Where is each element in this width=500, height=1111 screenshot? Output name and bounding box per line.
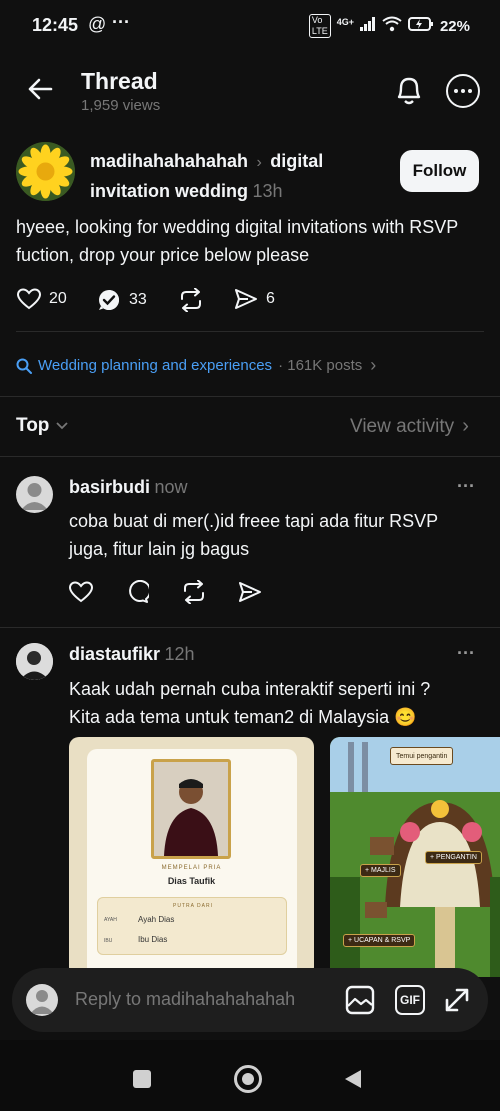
like-count: 20 (49, 290, 67, 307)
ibu-value: Ibu Dias (138, 935, 168, 944)
more-notifications-icon: ··· (112, 12, 130, 32)
view-activity-link[interactable]: View activity › (350, 415, 469, 438)
status-bar: 12:45 @ ··· Vo LTE 4G+ 22% (0, 0, 500, 52)
post-time: 13h (252, 181, 283, 201)
reply-count: 33 (129, 291, 147, 308)
reply-comment-icon[interactable] (125, 579, 152, 609)
reply-header: diastaufikr 12h (69, 644, 195, 665)
divider (16, 331, 484, 332)
author-avatar[interactable] (16, 142, 75, 201)
send-icon (235, 289, 257, 309)
reply-input[interactable]: Reply to madihahahahahah (75, 989, 295, 1010)
threads-icon: @ (88, 14, 107, 34)
gif-button[interactable]: GIF (395, 985, 425, 1015)
heart-icon (17, 288, 41, 310)
signal-icon (359, 17, 376, 35)
like-button[interactable]: 20 (17, 288, 67, 310)
reply-send-icon[interactable] (238, 581, 262, 608)
topic-link-label: Wedding planning and experiences (38, 357, 273, 374)
invitation-name: Dias Taufik (167, 876, 216, 886)
game-top-label: Temui pengantin (390, 747, 454, 765)
ibu-label: IBU (104, 938, 113, 944)
volte-icon: Vo LTE (308, 14, 331, 38)
view-count: 1,959 views (81, 97, 161, 114)
chevron-right-icon: › (462, 415, 469, 437)
back-icon[interactable] (27, 76, 53, 107)
game-ucapan-button: + UCAPAN & RSVP (343, 934, 416, 947)
post-text: hyeee, looking for wedding digital invit… (16, 217, 458, 265)
reply-text-line-2: juga, fitur lain jg bagus (69, 539, 250, 559)
divider (0, 627, 500, 628)
reply-text-line-1: Kaak udah pernah cuba interaktif seperti… (69, 679, 431, 699)
reply-more-icon[interactable]: ··· (457, 476, 475, 497)
groom-photo (151, 759, 231, 859)
search-icon (16, 358, 32, 374)
reply-repost-icon[interactable] (181, 579, 207, 609)
reply-more-icon[interactable]: ··· (457, 643, 475, 664)
network-label: 4G+ (336, 17, 354, 27)
divider (0, 396, 500, 397)
invitation-parents-box: PUTRA DARI AYAH Ayah Dias IBU Ibu Dias (97, 897, 287, 955)
invitation-role: MEMPELAI PRIA (161, 865, 222, 871)
topic-post-count: · 161K posts (278, 357, 363, 374)
reply-avatar[interactable] (16, 643, 53, 680)
default-avatar-icon (30, 990, 54, 1014)
view-activity-label: View activity (350, 415, 455, 437)
reply-button[interactable]: 33 (97, 288, 147, 312)
divider (0, 456, 500, 457)
back-nav-icon[interactable] (343, 1068, 363, 1095)
reply-bar[interactable]: Reply to madihahahahahah GIF (12, 968, 488, 1032)
chevron-right-icon: › (256, 154, 262, 171)
parents-title: PUTRA DARI (172, 903, 213, 909)
my-avatar (26, 984, 58, 1016)
sort-label: Top (16, 415, 50, 436)
share-count: 6 (266, 290, 275, 307)
reply-author[interactable]: basirbudi (69, 477, 150, 497)
ayah-label: AYAH (104, 917, 117, 923)
home-icon[interactable] (234, 1065, 262, 1093)
sort-dropdown[interactable]: Top (16, 415, 69, 437)
reply-check-icon (99, 290, 119, 310)
post-header: madihahahahahah › digital invitation wed… (90, 147, 390, 207)
profile-photo-icon (16, 643, 53, 680)
share-button[interactable]: 6 (234, 288, 275, 310)
reply-time: now (154, 477, 188, 497)
recent-apps-icon[interactable] (133, 1070, 151, 1088)
status-icons: Vo LTE 4G+ 22% (308, 14, 470, 38)
reply-header: basirbudi now (69, 477, 188, 498)
status-time: 12:45 (32, 15, 79, 35)
game-majlis-button: + MAJLIS (360, 864, 401, 877)
wifi-icon (382, 16, 402, 36)
invitation-image[interactable]: MEMPELAI PRIA Dias Taufik PUTRA DARI AYA… (69, 737, 314, 977)
reply-author[interactable]: diastaufikr (69, 644, 160, 664)
chevron-down-icon (56, 422, 69, 430)
more-options-icon[interactable] (446, 74, 480, 108)
page-title: Thread (81, 68, 158, 94)
reply-time: 12h (164, 644, 195, 664)
default-avatar-icon (21, 483, 48, 510)
chevron-right-icon: › (370, 355, 377, 375)
battery-icon (407, 16, 434, 36)
battery-level: 22% (439, 17, 470, 35)
reply-like-icon[interactable] (68, 581, 94, 608)
repost-icon[interactable] (178, 287, 204, 317)
reply-text-line-2: Kita ada tema untuk teman2 di Malaysia 😊 (69, 707, 417, 727)
navigation-bar (0, 1040, 500, 1111)
image-icon[interactable] (345, 985, 375, 1020)
game-scene-image[interactable]: Temui pengantin + PENGANTIN + MAJLIS + U… (330, 737, 500, 977)
expand-icon[interactable] (443, 986, 471, 1019)
ayah-value: Ayah Dias (138, 915, 175, 924)
reply-text-line-1: coba buat di mer(.)id freee tapi ada fit… (69, 511, 439, 531)
reply-avatar[interactable] (16, 476, 53, 513)
bell-icon[interactable] (394, 74, 424, 111)
game-pengantin-button: + PENGANTIN (425, 851, 482, 864)
topic-link[interactable]: Wedding planning and experiences · 161K … (16, 355, 376, 376)
author-name[interactable]: madihahahahahah (90, 151, 248, 171)
follow-button[interactable]: Follow (400, 150, 479, 192)
